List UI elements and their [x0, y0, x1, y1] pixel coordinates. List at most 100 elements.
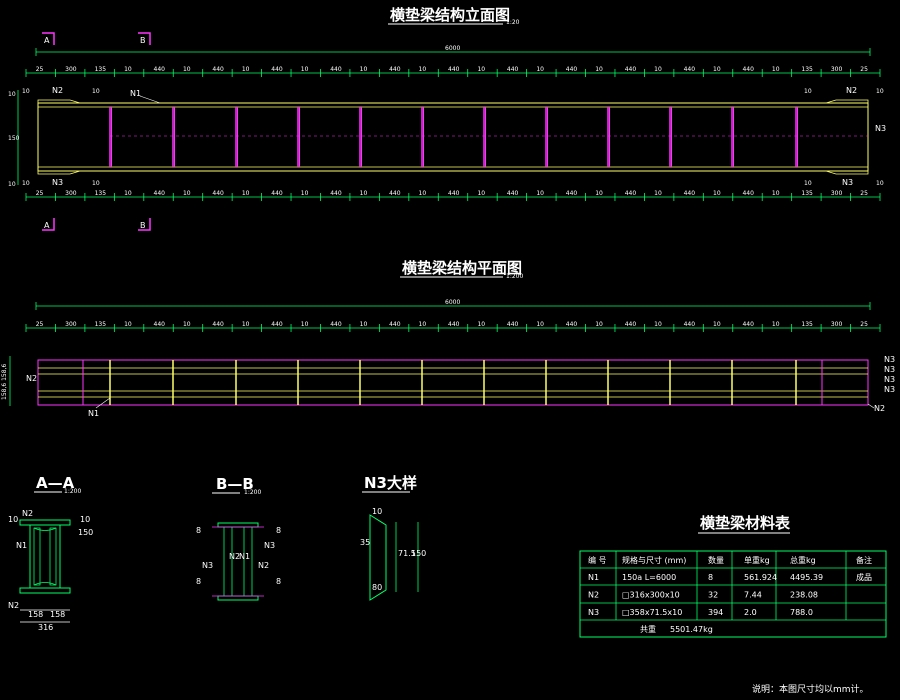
label-n2-right: N2	[846, 86, 857, 95]
elev-top-dim-label: 440	[271, 66, 283, 73]
elev-top-dim-label: 440	[154, 66, 166, 73]
elev-bot-dim-label: 440	[154, 190, 166, 197]
beam-outline	[37, 102, 869, 172]
plan-dim-label: 440	[625, 321, 637, 328]
elev-top-dim-label: 440	[330, 66, 342, 73]
elev-bot-dim-label: 10	[242, 190, 250, 197]
svg-text:N3: N3	[264, 541, 275, 550]
plan-label-n3-c: N3	[884, 375, 895, 384]
label-n3-left: N3	[52, 178, 63, 187]
plan-overall-dim-text: 6000	[445, 299, 460, 306]
label-n3-end: N3	[875, 124, 886, 133]
section-bb-scale: 1:200	[244, 489, 261, 496]
table-cell: 150a L=6000	[622, 573, 676, 582]
table-cell: 238.08	[790, 591, 818, 600]
svg-text:8: 8	[276, 577, 281, 586]
plan-dim-label: 10	[419, 321, 427, 328]
elev-top-dim-label: 10	[124, 66, 132, 73]
elev-bot-dim-label: 10	[301, 190, 309, 197]
table-cell: 394	[708, 608, 723, 617]
table-cell: 7.44	[744, 591, 762, 600]
elev-bot-dim-label: 10	[419, 190, 427, 197]
plan-dim-label: 10	[713, 321, 721, 328]
plan-dim-label: 10	[242, 321, 250, 328]
elevation-title: 横垫梁结构立面图	[390, 6, 510, 24]
svg-text:80: 80	[372, 583, 382, 592]
elev-top-dim-label: 135	[801, 66, 813, 73]
plan-left-dims: 158,6 158,6	[1, 364, 8, 400]
table-cell: 2.0	[744, 608, 757, 617]
elev-top-dim-label: 25	[860, 66, 868, 73]
height-dim-bottom: 10	[8, 181, 16, 188]
height-dim-top: 10	[8, 91, 16, 98]
elev-top-dim-label: 300	[65, 66, 77, 73]
elev-top-dim-label: 440	[212, 66, 224, 73]
elev-bot-dim-label: 10	[477, 190, 485, 197]
table-cell: 561.924	[744, 573, 777, 582]
svg-text:8: 8	[276, 526, 281, 535]
elev-bot-dim-label: 440	[742, 190, 754, 197]
table-total-label: 共重	[640, 624, 656, 634]
section-marker-a-top: A	[42, 32, 55, 45]
section-bb: B—B 1:200 8 8 8 8 N3 N3 N2 N1 N2	[196, 475, 281, 601]
tick-10-left-top: 10	[22, 88, 30, 95]
plan-dim-label: 10	[183, 321, 191, 328]
elev-bot-dim-label: 135	[801, 190, 813, 197]
material-table: 横垫梁材料表 编 号 规格与尺寸 (mm) 数量 单重kg 总重kg 备注 N1 150a L…	[579, 514, 887, 638]
elev-bot-dim-label: 135	[95, 190, 107, 197]
label-n2-left: N2	[52, 86, 63, 95]
table-header-cell: 编 号	[588, 555, 607, 565]
elev-bot-dim-label: 440	[507, 190, 519, 197]
elev-bot-dim-label: 10	[772, 190, 780, 197]
elev-top-dim-label: 10	[654, 66, 662, 73]
table-header-cell: 规格与尺寸 (mm)	[622, 555, 686, 565]
table-cell: □316x300x10	[622, 591, 680, 600]
elev-bot-dim-label: 10	[654, 190, 662, 197]
svg-text:N2: N2	[8, 601, 19, 610]
svg-text:10: 10	[372, 507, 382, 516]
svg-text:158: 158	[50, 610, 65, 619]
table-cell: 4495.39	[790, 573, 823, 582]
svg-text:8: 8	[196, 526, 201, 535]
svg-text:N2: N2	[258, 561, 269, 570]
plan-label-n3-a: N3	[884, 355, 895, 364]
svg-text:B: B	[140, 221, 146, 230]
elev-bot-dim-label: 300	[65, 190, 77, 197]
top-seg-dims: 25 300 135 10 440 10 440 10 440 10 440 10 440 10 440 10…	[25, 66, 881, 77]
svg-text:N2: N2	[22, 509, 33, 518]
plan-dim-label: 440	[330, 321, 342, 328]
elevation-scale: 1:20	[506, 19, 520, 26]
elev-top-dim-label: 10	[301, 66, 309, 73]
plan-dim-label: 440	[684, 321, 696, 328]
plan-dim-label: 10	[477, 321, 485, 328]
table-header-cell: 备注	[856, 555, 872, 565]
tick-10-right-bottom: 10	[876, 180, 884, 187]
table-cell: □358x71.5x10	[622, 608, 682, 617]
tick-10-left-bottom: 10	[22, 180, 30, 187]
table-cell: 32	[708, 591, 718, 600]
plan-dim-label: 440	[212, 321, 224, 328]
elev-top-dim-label: 440	[389, 66, 401, 73]
table-title: 横垫梁材料表	[700, 514, 791, 532]
elev-top-dim-label: 10	[360, 66, 368, 73]
svg-text:10: 10	[8, 515, 18, 524]
plan-dim-label: 440	[742, 321, 754, 328]
elev-bot-dim-label: 440	[566, 190, 578, 197]
plan-dim-label: 25	[860, 321, 868, 328]
elev-top-dim-label: 25	[36, 66, 44, 73]
elev-top-dim-label: 10	[242, 66, 250, 73]
plan-dim-label: 135	[801, 321, 813, 328]
table-header-cell: 数量	[708, 555, 724, 565]
elev-top-dim-label: 440	[625, 66, 637, 73]
svg-text:N3: N3	[202, 561, 213, 570]
plan-dim-label: 10	[654, 321, 662, 328]
plan-label-n2-right: N2	[874, 404, 885, 413]
plan-dim-label: 440	[154, 321, 166, 328]
tick-10-bl: 10	[92, 180, 100, 187]
plan-label-n1: N1	[88, 409, 99, 418]
table-cells: 编 号 规格与尺寸 (mm) 数量 单重kg 总重kg 备注 N1 150a L=6000 8 5…	[588, 555, 872, 617]
detail-n3-title: N3大样	[364, 474, 417, 492]
svg-text:A: A	[44, 221, 50, 230]
elev-bot-dim-label: 10	[124, 190, 132, 197]
elev-top-dim-label: 440	[684, 66, 696, 73]
